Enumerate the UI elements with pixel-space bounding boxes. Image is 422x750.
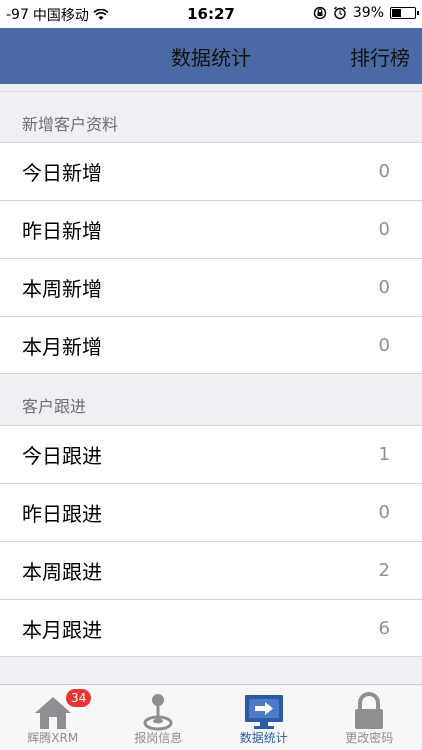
- list-item[interactable]: 本月新增 0: [0, 316, 422, 374]
- tab-home[interactable]: 34 辉腾XRM: [0, 685, 106, 750]
- section-header-follow-up: 客户跟进: [22, 397, 87, 416]
- divider: [0, 91, 422, 92]
- list-item[interactable]: 本月跟进 6: [0, 599, 422, 657]
- tab-report[interactable]: 报岗信息: [106, 685, 212, 750]
- row-value: 2: [378, 560, 390, 581]
- monitor-icon: [244, 695, 283, 729]
- row-label: 本周新增: [22, 277, 102, 301]
- row-label: 今日跟进: [22, 444, 102, 468]
- row-value: 0: [378, 334, 390, 356]
- list-item[interactable]: 本周跟进 2: [0, 541, 422, 599]
- tab-label: 报岗信息: [134, 731, 183, 745]
- list-item[interactable]: 今日跟进 1: [0, 425, 422, 483]
- list-item[interactable]: 本周新增 0: [0, 258, 422, 316]
- tab-label: 更改密码: [345, 731, 394, 745]
- row-label: 本月跟进: [22, 617, 102, 642]
- navigation-bar: 数据统计 排行榜: [0, 28, 422, 84]
- alarm-icon: [333, 6, 346, 20]
- row-value: 0: [378, 277, 390, 298]
- tab-bar: 34 辉腾XRM 报岗信息 数据统计 更改密码: [0, 684, 422, 750]
- row-value: 0: [378, 161, 390, 182]
- rotation-lock-icon: [313, 6, 327, 20]
- battery-icon: [390, 7, 419, 19]
- row-label: 本月新增: [22, 334, 102, 359]
- row-value: 0: [378, 219, 390, 240]
- status-right: 39%: [313, 5, 419, 21]
- joystick-icon: [143, 694, 173, 731]
- tab-label: 辉腾XRM: [27, 731, 79, 745]
- status-bar: -97 中国移动 16:27 39%: [0, 0, 422, 28]
- list-item[interactable]: 昨日新增 0: [0, 200, 422, 258]
- tab-label: 数据统计: [239, 731, 288, 745]
- tab-statistics[interactable]: 数据统计: [211, 685, 317, 750]
- row-value: 0: [378, 502, 390, 523]
- battery-percent: 39%: [352, 5, 384, 21]
- section-header-new-customers: 新增客户资料: [22, 115, 119, 134]
- statistics-list[interactable]: 新增客户资料 今日新增 0 昨日新增 0 本周新增 0 本月新增 0 客户跟进 …: [0, 84, 422, 684]
- lock-icon: [355, 692, 384, 729]
- leaderboard-button[interactable]: 排行榜: [350, 42, 410, 71]
- row-label: 昨日跟进: [22, 502, 102, 526]
- list-item[interactable]: 今日新增 0: [0, 142, 422, 200]
- row-value: 1: [378, 444, 390, 465]
- notification-badge: 34: [64, 687, 94, 709]
- row-label: 今日新增: [22, 161, 102, 185]
- tab-change-password[interactable]: 更改密码: [317, 685, 422, 750]
- row-label: 本周跟进: [22, 560, 102, 584]
- row-value: 6: [378, 617, 390, 639]
- row-label: 昨日新增: [22, 219, 102, 243]
- list-item[interactable]: 昨日跟进 0: [0, 483, 422, 541]
